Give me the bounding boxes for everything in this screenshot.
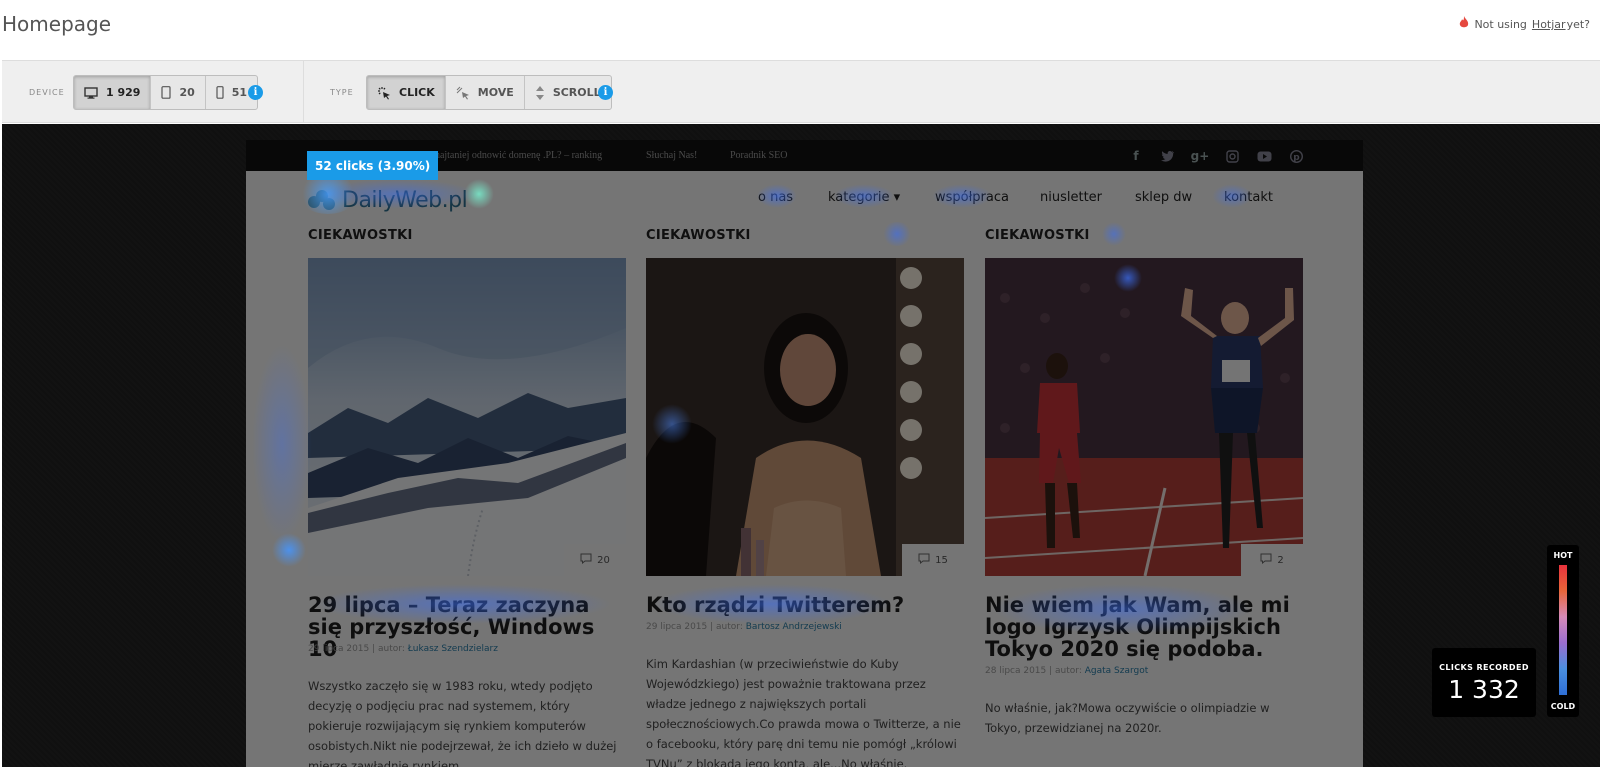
post-meta: 29 lipca 2015 | autor: Łukasz Szendziela… [308, 644, 498, 654]
nav-item-kategorie[interactable]: kategorie ▾ [828, 190, 900, 205]
clicks-recorded-panel: CLICKS RECORDED 1 332 [1432, 648, 1536, 717]
post-meta: 29 lipca 2015 | autor: Bartosz Andrzejew… [646, 622, 842, 632]
post-excerpt: No właśnie, jak?Mowa oczywiście o olimpi… [985, 701, 1270, 735]
comment-count: 15 [935, 554, 948, 566]
device-info-icon[interactable]: i [248, 85, 263, 100]
device-label: DEVICE [29, 88, 65, 97]
post-author[interactable]: Agata Szargot [1085, 666, 1149, 676]
scroll-icon [535, 85, 545, 100]
page-header: Homepage Not using Hotjar yet? [0, 0, 1600, 60]
post-card: CIEKAWOSTKI 20 29 lipca – Teraz zaczyna … [308, 228, 626, 767]
phone-icon [216, 86, 224, 99]
hotjar-suffix: yet? [1566, 18, 1590, 31]
post-author-prefix: autor: [378, 644, 405, 654]
toolbar-divider [303, 61, 304, 123]
clicks-recorded-label: CLICKS RECORDED [1439, 663, 1529, 672]
post-excerpt: Kim Kardashian (w przeciwieństwie do Kub… [646, 657, 961, 767]
nav-item-kontakt[interactable]: kontakt [1224, 190, 1273, 205]
post-category[interactable]: CIEKAWOSTKI [308, 228, 626, 243]
comment-icon [918, 553, 930, 567]
heatmap-viewport: …e najtaniej odnowić domenę .PL? – ranki… [2, 124, 1600, 767]
type-scroll-label: SCROLL [552, 86, 601, 99]
site-logo[interactable]: DailyWeb.pl [308, 188, 468, 213]
type-label: TYPE [330, 88, 354, 97]
tablet-icon [161, 86, 172, 99]
post-date: 29 lipca 2015 [308, 644, 370, 654]
clicks-tooltip: 52 clicks (3.90%) [307, 151, 439, 180]
device-tablet-button[interactable]: 20 [151, 76, 206, 109]
hotjar-link[interactable]: Hotjar [1532, 18, 1566, 31]
scale-gradient-bar [1559, 565, 1567, 695]
post-author-prefix: autor: [716, 622, 743, 632]
comment-icon [1260, 553, 1272, 567]
nav-item-niusletter[interactable]: niusletter [1040, 190, 1102, 205]
post-title[interactable]: Nie wiem jak Wam, ale mi logo Igrzysk Ol… [985, 594, 1303, 660]
type-move-label: MOVE [477, 86, 514, 99]
move-icon [456, 86, 470, 100]
page-title: Homepage [2, 12, 112, 36]
type-info-icon[interactable]: i [598, 85, 613, 100]
post-image-athletes[interactable]: 2 [985, 258, 1303, 576]
post-card: CIEKAWOSTKI [646, 228, 964, 767]
device-selector: 1 929 20 51 [73, 75, 259, 110]
topbar-link-listen[interactable]: Słuchaj Nas! [646, 150, 697, 161]
post-title[interactable]: Kto rządzi Twitterem? [646, 594, 964, 616]
post-image-mountains[interactable]: 20 [308, 258, 626, 576]
post-author[interactable]: Łukasz Szendzielarz [408, 644, 498, 654]
device-tablet-count: 20 [179, 86, 195, 99]
type-selector: CLICK MOVE SCROLL [366, 75, 612, 110]
desktop-icon [84, 86, 98, 99]
comment-count: 20 [597, 554, 610, 566]
pinterest-icon[interactable]: p [1288, 148, 1304, 164]
type-click-label: CLICK [399, 86, 435, 99]
post-date: 28 lipca 2015 [985, 666, 1047, 676]
comment-icon [580, 553, 592, 567]
post-meta: 28 lipca 2015 | autor: Agata Szargot [985, 666, 1149, 676]
scale-cold-label: COLD [1550, 702, 1576, 711]
instagram-icon[interactable] [1224, 148, 1240, 164]
comment-count-badge[interactable]: 15 [902, 544, 964, 576]
post-author-prefix: autor: [1055, 666, 1082, 676]
type-move-button[interactable]: MOVE [446, 76, 525, 109]
hotjar-promo: Not using Hotjar yet? [1459, 16, 1590, 33]
youtube-icon[interactable] [1256, 148, 1272, 164]
logo-text: DailyWeb.pl [342, 188, 468, 213]
heatmap-toolbar: DEVICE 1 929 20 51 i TYPE CLICK MOVE SCR… [2, 60, 1600, 123]
comment-count: 2 [1277, 554, 1284, 566]
comment-count-badge[interactable]: 20 [564, 544, 626, 576]
comment-count-badge[interactable]: 2 [1241, 544, 1303, 576]
post-author[interactable]: Bartosz Andrzejewski [746, 622, 842, 632]
device-desktop-button[interactable]: 1 929 [74, 76, 152, 109]
flame-icon [1459, 16, 1469, 33]
facebook-icon[interactable]: f [1128, 148, 1144, 164]
logo-mark-icon [308, 189, 336, 212]
click-icon [377, 86, 391, 100]
hotjar-prefix: Not using [1474, 18, 1527, 31]
twitter-icon[interactable] [1160, 148, 1176, 164]
heat-scale-legend: HOT COLD [1547, 545, 1579, 717]
nav-item-sklep[interactable]: sklep dw [1135, 190, 1192, 205]
post-category[interactable]: CIEKAWOSTKI [646, 228, 964, 243]
topbar-link-seo[interactable]: Poradnik SEO [730, 150, 788, 161]
device-phone-count: 51 [231, 86, 248, 99]
site-snapshot: …e najtaniej odnowić domenę .PL? – ranki… [246, 140, 1363, 767]
post-category[interactable]: CIEKAWOSTKI [985, 228, 1303, 243]
post-card: CIEKAWOSTKI [985, 228, 1303, 735]
nav-item-wspolpraca[interactable]: współpraca [935, 190, 1009, 205]
topbar-link-domain[interactable]: …e najtaniej odnowić domenę .PL? – ranki… [418, 150, 602, 161]
post-image-mirror[interactable]: 15 [646, 258, 964, 576]
nav-item-o-nas[interactable]: o nas [758, 190, 793, 205]
post-date: 29 lipca 2015 [646, 622, 708, 632]
google-plus-icon[interactable]: g+ [1191, 148, 1210, 164]
post-excerpt: Wszystko zaczęło się w 1983 roku, wtedy … [308, 679, 617, 767]
clicks-recorded-value: 1 332 [1448, 675, 1520, 704]
scale-hot-label: HOT [1553, 551, 1573, 560]
svg-text:p: p [1293, 153, 1300, 163]
type-click-button[interactable]: CLICK [367, 76, 446, 109]
device-desktop-count: 1 929 [106, 86, 141, 99]
